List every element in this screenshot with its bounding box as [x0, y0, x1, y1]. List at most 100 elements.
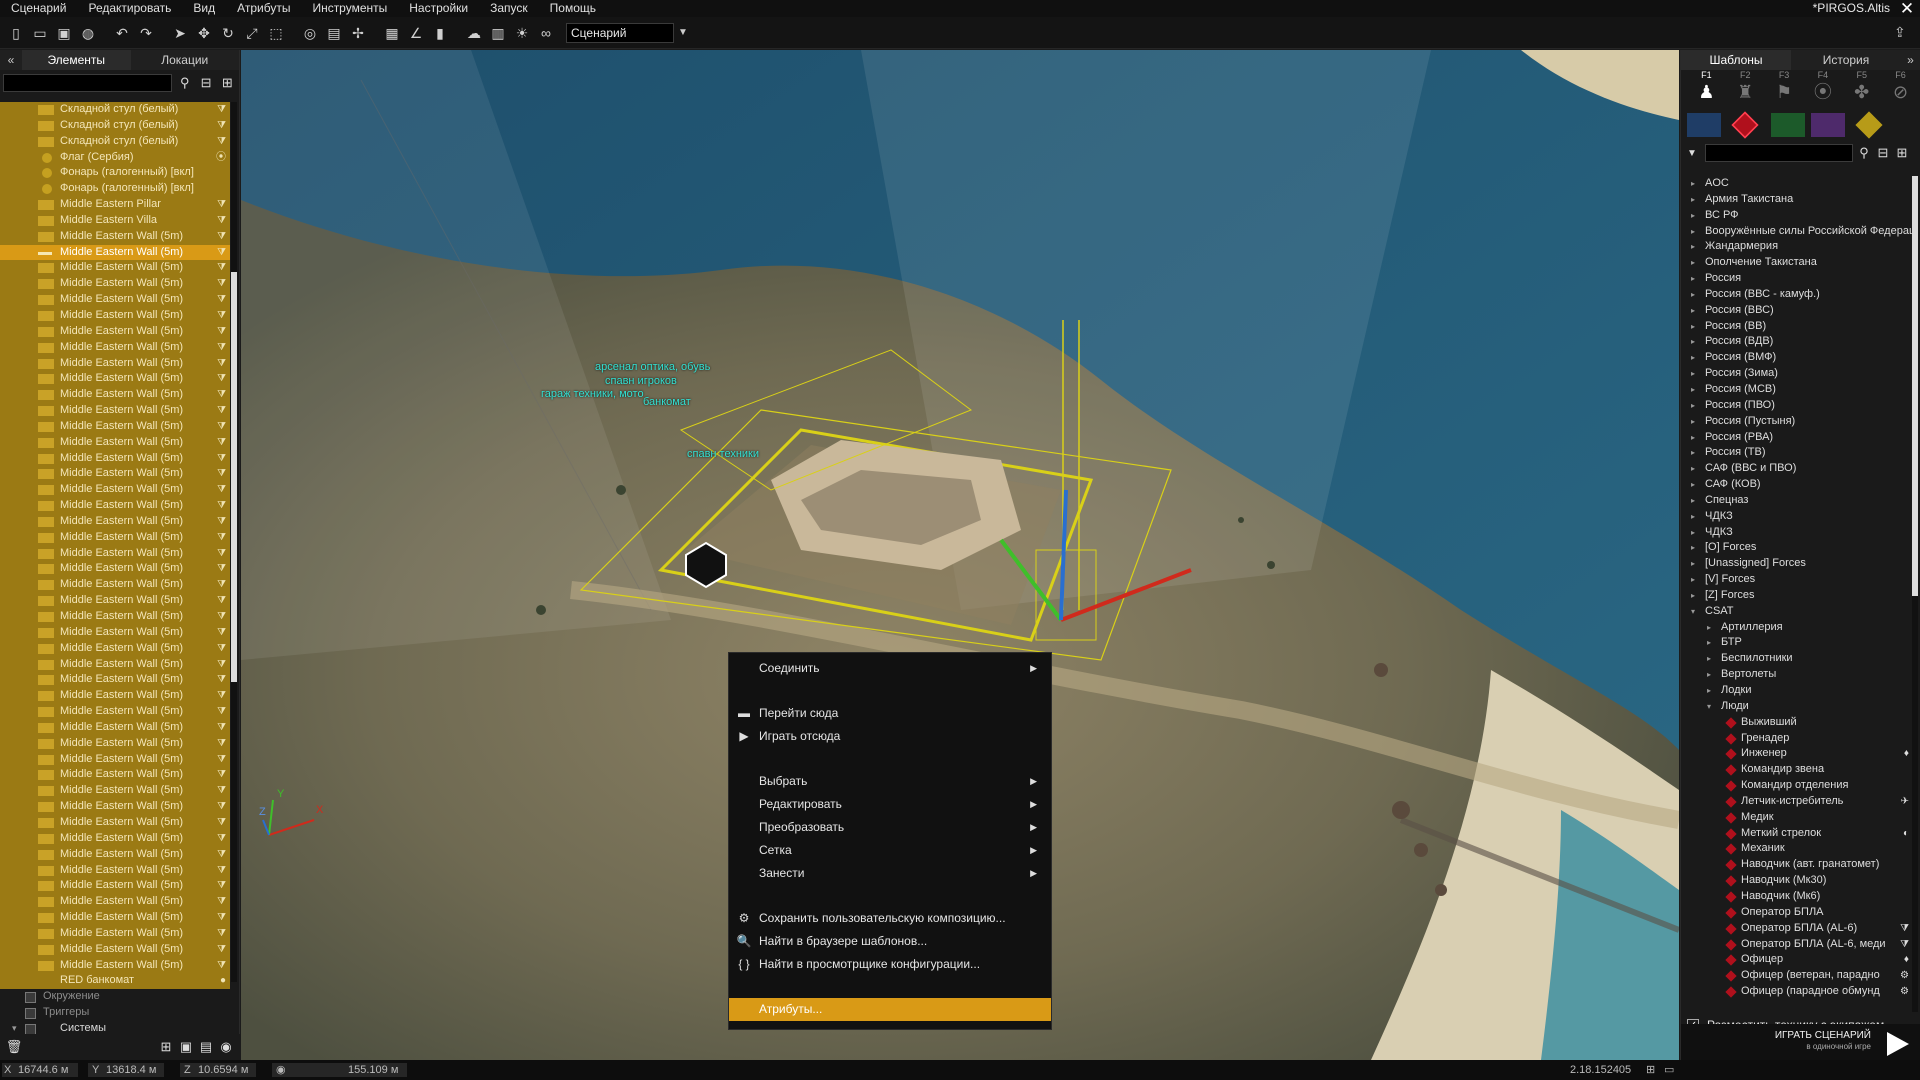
layer-group-row[interactable]: Окружение	[0, 989, 230, 1005]
grid-icon[interactable]: ▦	[383, 24, 401, 42]
chevron-right-icon[interactable]: ▸	[1691, 572, 1695, 588]
asset-category-row[interactable]: ▸ Лодки	[1681, 683, 1913, 699]
entity-row[interactable]: Middle Eastern Wall (5m) ⧩	[0, 925, 230, 942]
entity-state-icon[interactable]: ⧩	[217, 308, 226, 324]
chevron-right-icon[interactable]: ▸	[1691, 509, 1695, 525]
asset-category-row[interactable]: ▸ Россия (Зима)	[1681, 366, 1913, 382]
menu-tools[interactable]: Инструменты	[301, 0, 398, 17]
chevron-down-icon[interactable]: ▾	[1707, 699, 1711, 715]
entity-state-icon[interactable]: ⦿	[216, 150, 226, 166]
area-icon[interactable]: ⬚	[267, 24, 285, 42]
entity-state-icon[interactable]: ⧩	[217, 593, 226, 609]
entity-row[interactable]: Middle Eastern Wall (5m) ⧩	[0, 545, 230, 562]
entity-state-icon[interactable]: ⧩	[217, 736, 226, 752]
chevron-right-icon[interactable]: ▸	[1691, 287, 1695, 303]
entity-state-icon[interactable]: ⧩	[217, 831, 226, 847]
snap-icon[interactable]: ✢	[349, 24, 367, 42]
entity-state-icon[interactable]: ⧩	[217, 752, 226, 768]
collapse-all-icon[interactable]: ⊟	[1875, 144, 1891, 162]
trash-icon[interactable]: 🗑	[4, 1038, 24, 1056]
chevron-right-icon[interactable]: ▸	[1691, 319, 1695, 335]
ruler-icon[interactable]: ▮	[431, 24, 449, 42]
marker-label[interactable]: спавн игроков	[605, 375, 677, 387]
asset-unit-row[interactable]: Командир отделения	[1681, 778, 1913, 794]
asset-category-row[interactable]: ▸ Россия (ВДВ)	[1681, 334, 1913, 350]
entity-state-icon[interactable]: ⧩	[217, 767, 226, 783]
entity-row[interactable]: Middle Eastern Wall (5m) ⧩	[0, 561, 230, 578]
layer-group-row[interactable]: ▾ Системы	[0, 1021, 230, 1034]
context-menu-item[interactable]: Играть отсюда ▶	[729, 725, 1051, 748]
entity-row[interactable]: Middle Eastern Wall (5m) ⧩	[0, 894, 230, 911]
entity-state-icon[interactable]: ⧩	[217, 245, 226, 261]
chevron-right-icon[interactable]: ▸	[1691, 540, 1695, 556]
asset-category-row[interactable]: ▸ Россия (ТВ)	[1681, 445, 1913, 461]
entity-row[interactable]: Middle Eastern Wall (5m) ⧩	[0, 862, 230, 879]
lighting-icon[interactable]: ▥	[489, 24, 507, 42]
entity-state-icon[interactable]: ⧩	[217, 134, 226, 150]
entity-state-icon[interactable]: ⧩	[217, 815, 226, 831]
faction-button[interactable]	[1687, 113, 1721, 137]
entity-row[interactable]: Middle Eastern Wall (5m) ⧩	[0, 735, 230, 752]
chevron-right-icon[interactable]: ▸	[1691, 208, 1695, 224]
entity-row[interactable]: Middle Eastern Wall (5m) ⧩	[0, 307, 230, 324]
asset-unit-row[interactable]: Оператор БПЛА (AL-6, меди ⧩	[1681, 937, 1913, 953]
chevron-right-icon[interactable]: ▸	[1691, 192, 1695, 208]
faction-button[interactable]	[1855, 111, 1883, 139]
marker-label[interactable]: спавн техники	[687, 448, 759, 460]
entity-state-icon[interactable]: ⧩	[217, 530, 226, 546]
tab-locations[interactable]: Локации	[131, 50, 240, 70]
menu-attributes[interactable]: Атрибуты	[226, 0, 301, 17]
chevron-right-icon[interactable]: ▸	[1691, 556, 1695, 572]
context-menu-item[interactable]: Соединить ▶	[729, 657, 1051, 680]
entity-row[interactable]: Флаг (Сербия) ⦿	[0, 149, 230, 166]
asset-unit-row[interactable]: Наводчик (Мк6)	[1681, 889, 1913, 905]
entity-state-icon[interactable]: ⧩	[217, 340, 226, 356]
entity-state-icon[interactable]: ⧩	[217, 609, 226, 625]
chevron-right-icon[interactable]: ▸	[1691, 224, 1695, 240]
entity-row[interactable]: Middle Eastern Wall (5m) ⧩	[0, 846, 230, 863]
entity-row[interactable]: Middle Eastern Wall (5m) ⧩	[0, 244, 230, 261]
chevron-right-icon[interactable]: ▸	[1707, 683, 1711, 699]
monitor-icon[interactable]: ▭	[1664, 1060, 1674, 1080]
entity-row[interactable]: Middle Eastern Wall (5m) ⧩	[0, 830, 230, 847]
save-icon[interactable]: ▣	[55, 24, 73, 42]
entity-row[interactable]: Middle Eastern Wall (5m) ⧩	[0, 688, 230, 705]
asset-category-row[interactable]: ▸ Россия (ВВС - камуф.)	[1681, 287, 1913, 303]
context-menu-item[interactable]: Занести ▶	[729, 862, 1051, 885]
entity-state-icon[interactable]: ⧩	[217, 451, 226, 467]
asset-unit-row[interactable]: Наводчик (Мк30)	[1681, 873, 1913, 889]
entity-row[interactable]: Middle Eastern Wall (5m) ⧩	[0, 323, 230, 340]
faction-button[interactable]	[1771, 113, 1805, 137]
entity-state-icon[interactable]: ⧩	[217, 704, 226, 720]
entity-row[interactable]: Middle Eastern Wall (5m) ⧩	[0, 957, 230, 974]
entity-row[interactable]: Middle Eastern Wall (5m) ⧩	[0, 450, 230, 467]
asset-unit-row[interactable]: Командир звена	[1681, 762, 1913, 778]
3d-viewport[interactable]: арсенал оптика, обувь спавн игроков гара…	[241, 50, 1679, 1060]
entity-state-icon[interactable]: ⧩	[217, 229, 226, 245]
entity-row[interactable]: Middle Eastern Wall (5m) ⧩	[0, 672, 230, 689]
entity-search-input[interactable]	[3, 74, 173, 92]
context-menu-item[interactable]: Сохранить пользовательскую композицию...…	[729, 907, 1051, 930]
asset-category-row[interactable]: ▾ Люди	[1681, 699, 1913, 715]
entity-state-icon[interactable]: ⧩	[217, 419, 226, 435]
entity-state-icon[interactable]: ⧩	[217, 894, 226, 910]
collapse-left-icon[interactable]: «	[0, 50, 22, 70]
expand-all-icon[interactable]: ⊞	[219, 74, 236, 92]
asset-category-row[interactable]: ▸ Жандармерия	[1681, 239, 1913, 255]
asset-unit-row[interactable]: Офицер (парадное обмунд ⚙	[1681, 984, 1913, 1000]
chevron-right-icon[interactable]: ▸	[1691, 445, 1695, 461]
play-scenario-button[interactable]: ИГРАТЬ СЦЕНАРИЙ в одиночной игре	[1681, 1024, 1920, 1060]
chevron-right-icon[interactable]: ▸	[1707, 635, 1711, 651]
entity-state-icon[interactable]: ⧩	[217, 926, 226, 942]
mode-empty[interactable]: F6 ⊘	[1881, 70, 1920, 108]
chevron-right-icon[interactable]: ▸	[1707, 667, 1711, 683]
asset-unit-row[interactable]: Наводчик (авт. гранатомет)	[1681, 857, 1913, 873]
asset-category-row[interactable]: ▸ Россия (Пустыня)	[1681, 414, 1913, 430]
asset-category-row[interactable]: ▸ САФ (ВВС и ПВО)	[1681, 461, 1913, 477]
binoculars-icon[interactable]: ∞	[537, 24, 555, 42]
asset-category-row[interactable]: ▸ ЧДКЗ	[1681, 525, 1913, 541]
entity-row[interactable]: Middle Eastern Villa ⧩	[0, 212, 230, 229]
asset-category-row[interactable]: ▸ [Unassigned] Forces	[1681, 556, 1913, 572]
chevron-right-icon[interactable]: ▸	[1691, 493, 1695, 509]
move-icon[interactable]: ✥	[195, 24, 213, 42]
